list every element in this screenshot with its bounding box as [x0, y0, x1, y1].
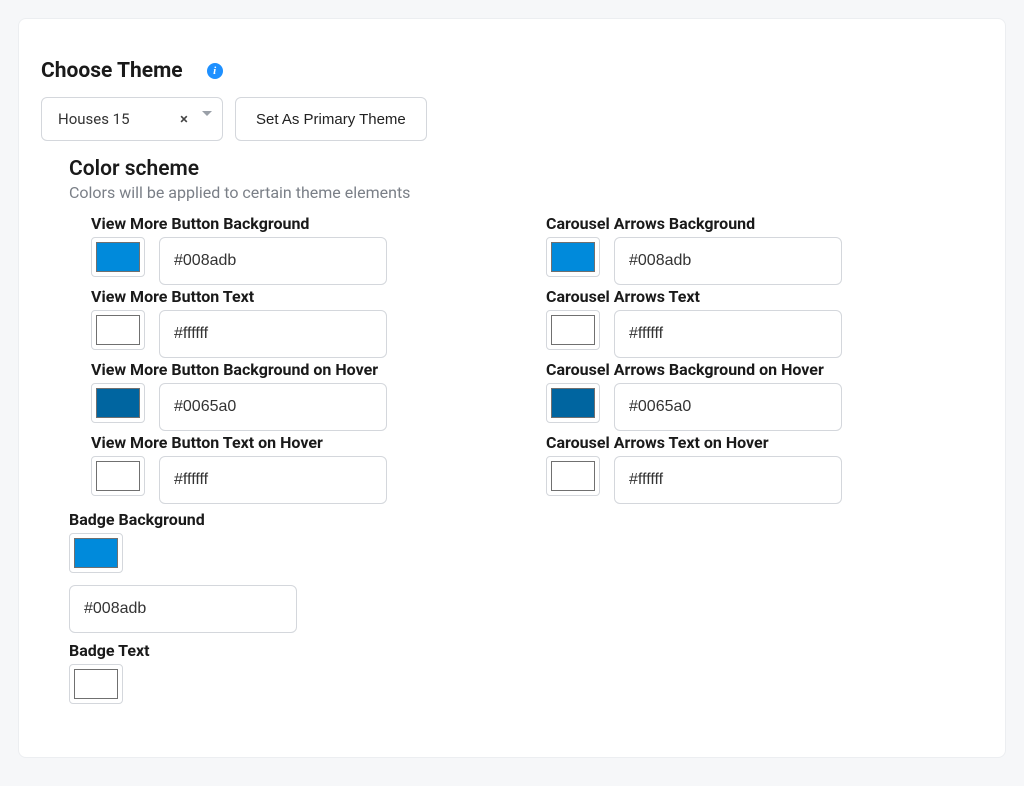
swatch-color-icon [551, 315, 595, 345]
field-label: View More Button Background [91, 214, 528, 233]
swatch-color-icon [96, 388, 140, 418]
color-swatch[interactable] [69, 533, 123, 573]
field-label: View More Button Background on Hover [91, 360, 528, 379]
swatch-color-icon [74, 669, 118, 699]
field-label: Carousel Arrows Background [546, 214, 983, 233]
field-label: Carousel Arrows Background on Hover [546, 360, 983, 379]
field-label: View More Button Text on Hover [91, 433, 528, 452]
swatch-color-icon [551, 242, 595, 272]
color-swatch[interactable] [546, 310, 600, 350]
color-scheme-subtitle: Colors will be applied to certain theme … [69, 183, 983, 202]
theme-select-value: Houses 15 [58, 110, 170, 128]
info-icon[interactable]: i [207, 63, 223, 79]
field-label: Badge Background [69, 510, 983, 529]
field-label: Carousel Arrows Text [546, 287, 983, 306]
set-primary-theme-button[interactable]: Set As Primary Theme [235, 97, 427, 141]
color-swatch[interactable] [91, 237, 145, 277]
color-swatch[interactable] [91, 456, 145, 496]
color-swatch[interactable] [546, 383, 600, 423]
theme-select[interactable]: Houses 15 × [41, 97, 223, 141]
hex-input[interactable] [614, 237, 842, 285]
hex-input[interactable] [159, 237, 387, 285]
color-swatch[interactable] [546, 237, 600, 277]
hex-input[interactable] [69, 585, 297, 633]
color-swatch[interactable] [91, 310, 145, 350]
color-swatch[interactable] [91, 383, 145, 423]
hex-input[interactable] [159, 310, 387, 358]
swatch-color-icon [551, 388, 595, 418]
hex-input[interactable] [614, 456, 842, 504]
color-scheme-title: Color scheme [69, 157, 983, 181]
swatch-color-icon [551, 461, 595, 491]
swatch-color-icon [96, 461, 140, 491]
clear-icon[interactable]: × [170, 110, 198, 128]
swatch-color-icon [74, 538, 118, 568]
field-label: View More Button Text [91, 287, 528, 306]
field-label: Carousel Arrows Text on Hover [546, 433, 983, 452]
hex-input[interactable] [614, 383, 842, 431]
color-swatch[interactable] [546, 456, 600, 496]
hex-input[interactable] [159, 383, 387, 431]
hex-input[interactable] [614, 310, 842, 358]
hex-input[interactable] [159, 456, 387, 504]
color-swatch[interactable] [69, 664, 123, 704]
swatch-color-icon [96, 242, 140, 272]
page-heading: Choose Theme [41, 59, 183, 83]
field-label: Badge Text [69, 641, 983, 660]
swatch-color-icon [96, 315, 140, 345]
chevron-down-icon [202, 111, 212, 116]
